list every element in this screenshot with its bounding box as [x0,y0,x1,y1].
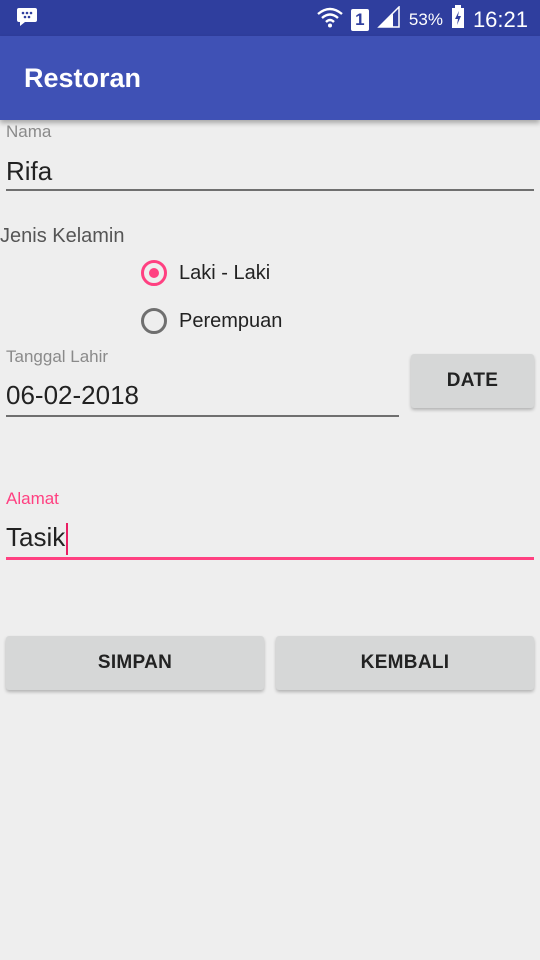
nama-field[interactable]: Rifa [6,156,52,187]
alamat-value: Tasik [6,522,66,552]
alamat-underline [6,557,534,560]
jenis-kelamin-label: Jenis Kelamin [0,225,125,247]
signal-icon [377,5,401,34]
tanggal-lahir-label: Tanggal Lahir [6,347,109,366]
tanggal-lahir-field[interactable]: 06-02-2018 [6,380,139,411]
battery-percent: 53% [408,10,443,29]
nama-underline [6,189,534,191]
tanggal-lahir-underline [6,415,399,417]
notification-icon [16,7,38,32]
radio-unchecked-icon [141,308,167,334]
kembali-button[interactable]: KEMBALI [276,636,534,690]
radio-laki-laki[interactable]: Laki - Laki [141,260,270,286]
status-bar: 1 53% 16:21 [0,0,540,36]
radio-checked-icon [141,260,167,286]
app-bar: Restoran [0,36,540,120]
date-button[interactable]: DATE [411,354,534,408]
nama-label: Nama [6,122,52,141]
simpan-button[interactable]: SIMPAN [6,636,264,690]
wifi-icon [317,6,343,34]
battery-charging-icon [451,5,465,35]
radio-perempuan-label: Perempuan [179,309,283,332]
text-cursor [66,523,69,556]
radio-perempuan[interactable]: Perempuan [141,308,282,334]
sim-icon: 1 [350,9,369,31]
alamat-field[interactable]: Tasik [6,522,69,556]
app-title: Restoran [24,63,142,93]
alamat-label: Alamat [6,489,59,508]
radio-laki-laki-label: Laki - Laki [179,261,271,284]
clock: 16:21 [472,7,528,32]
